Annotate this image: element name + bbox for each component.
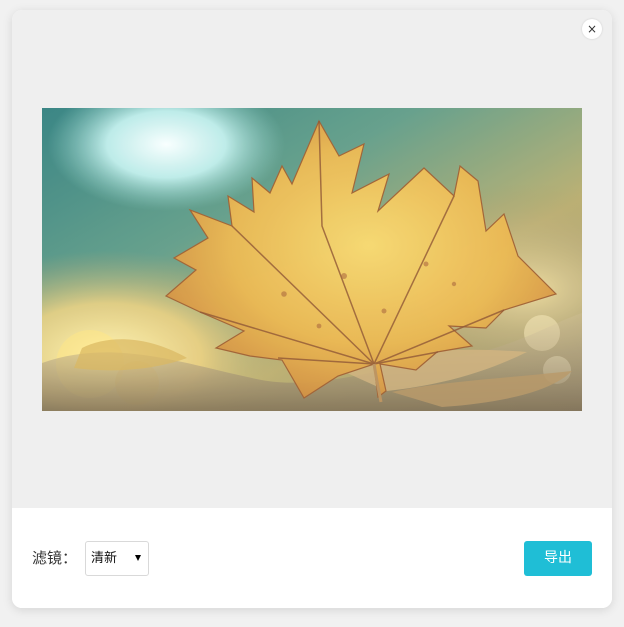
filter-dialog: × 滤镜： 清新 导出 bbox=[12, 10, 612, 608]
filter-selected-value: 清新 bbox=[91, 551, 118, 566]
preview-image bbox=[42, 108, 582, 411]
image-preview-area: × bbox=[12, 10, 612, 508]
filter-toolbar: 滤镜： 清新 导出 bbox=[12, 508, 612, 608]
filter-select[interactable]: 清新 bbox=[85, 541, 149, 576]
close-icon: × bbox=[586, 22, 598, 36]
export-button-label: 导出 bbox=[544, 550, 572, 566]
export-button[interactable]: 导出 bbox=[524, 541, 592, 576]
close-button[interactable]: × bbox=[582, 19, 602, 39]
dropdown-arrow-icon bbox=[135, 555, 141, 561]
filter-label: 滤镜： bbox=[32, 549, 78, 567]
